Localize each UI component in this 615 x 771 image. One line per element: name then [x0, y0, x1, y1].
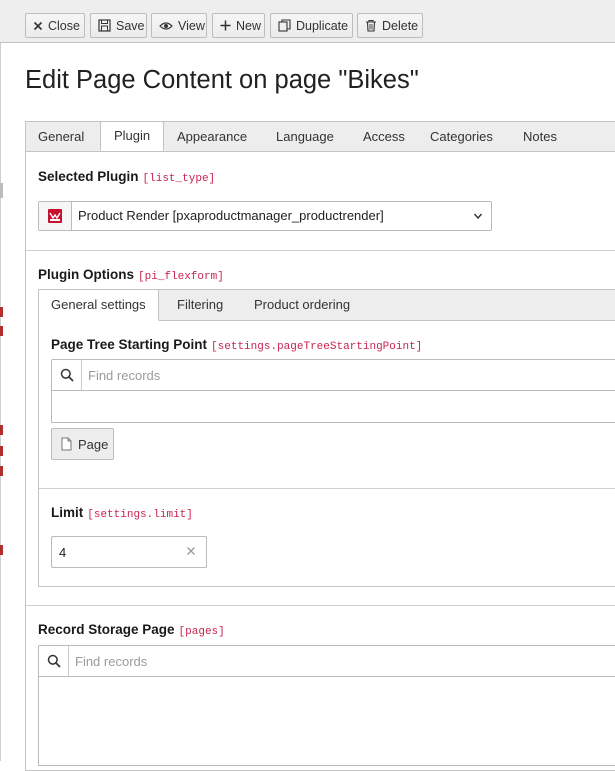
duplicate-button[interactable]: Duplicate — [270, 13, 353, 38]
search-input[interactable] — [82, 360, 582, 390]
starting-point-search — [51, 359, 615, 391]
record-storage-search — [38, 645, 615, 677]
divider — [26, 605, 615, 606]
field-name-code: [settings.pageTreeStartingPoint] — [211, 341, 423, 353]
selected-plugin-label: Selected Plugin [list_type] — [38, 169, 215, 185]
page-title: Edit Page Content on page "Bikes" — [25, 66, 419, 94]
tab-notes[interactable]: Notes — [523, 122, 557, 151]
selected-records-list[interactable] — [38, 676, 615, 766]
page-button-label: Page — [78, 436, 109, 452]
flexform-tabs: General settings Filtering Product order… — [39, 290, 615, 321]
limit-field — [51, 536, 207, 568]
plugin-select-value: Product Render [pxaproductmanager_produc… — [78, 208, 384, 223]
plugin-options-label-text: Plugin Options — [38, 267, 134, 282]
duplicate-button-label: Duplicate — [296, 18, 349, 33]
left-panel-clip — [0, 183, 3, 198]
new-button-label: New — [236, 18, 262, 33]
close-button[interactable]: Close — [25, 13, 85, 38]
close-button-label: Close — [48, 18, 80, 33]
close-icon — [33, 21, 43, 30]
field-name-code: [settings.limit] — [87, 509, 193, 521]
record-storage-label-text: Record Storage Page — [38, 622, 175, 637]
search-icon — [52, 360, 82, 390]
field-name-code: [list_type] — [142, 173, 216, 185]
plugin-icon — [39, 202, 72, 230]
search-icon — [39, 646, 69, 676]
left-panel-clip — [0, 446, 3, 456]
delete-button[interactable]: Delete — [357, 13, 423, 38]
tab-filtering[interactable]: Filtering — [177, 290, 223, 320]
left-panel-clip — [0, 425, 3, 435]
toolbar: Close Save View New Duplicate Delete — [0, 0, 615, 43]
tab-product-ordering[interactable]: Product ordering — [254, 290, 350, 320]
tab-general[interactable]: General — [38, 122, 84, 151]
clear-icon[interactable] — [186, 546, 196, 556]
selected-plugin-label-text: Selected Plugin — [38, 169, 139, 184]
limit-label-text: Limit — [51, 505, 84, 520]
save-icon — [98, 19, 111, 32]
save-button[interactable]: Save — [90, 13, 147, 38]
page-browse-button[interactable]: Page — [51, 428, 114, 460]
search-input[interactable] — [69, 646, 569, 676]
new-button[interactable]: New — [212, 13, 265, 38]
plugin-select[interactable]: Product Render [pxaproductmanager_produc… — [38, 201, 492, 231]
limit-label: Limit [settings.limit] — [51, 505, 193, 521]
plugin-options-label: Plugin Options [pi_flexform] — [38, 267, 224, 283]
limit-input[interactable] — [52, 537, 186, 567]
tab-plugin[interactable]: Plugin — [100, 121, 165, 151]
tab-appearance[interactable]: Appearance — [177, 122, 247, 151]
tab-categories[interactable]: Categories — [430, 122, 493, 151]
save-button-label: Save — [116, 18, 145, 33]
main-tabs: General Plugin Appearance Language Acces… — [26, 121, 615, 152]
selected-records-list[interactable] — [51, 390, 615, 423]
divider — [26, 250, 615, 251]
starting-point-label: Page Tree Starting Point [settings.pageTr… — [51, 337, 422, 353]
field-name-code: [pi_flexform] — [138, 271, 224, 283]
trash-icon — [366, 19, 376, 32]
divider — [39, 488, 615, 489]
left-panel-clip — [0, 326, 3, 336]
view-button[interactable]: View — [151, 13, 207, 38]
tab-language[interactable]: Language — [276, 122, 334, 151]
eye-icon — [159, 21, 173, 30]
duplicate-icon — [278, 19, 291, 32]
field-name-code: [pages] — [178, 626, 225, 638]
tab-general-settings[interactable]: General settings — [39, 290, 159, 321]
plus-icon — [220, 20, 231, 31]
view-button-label: View — [178, 18, 205, 33]
left-panel-clip — [0, 466, 3, 476]
left-panel-clip — [0, 307, 3, 317]
left-panel-clip — [0, 545, 3, 555]
record-storage-label: Record Storage Page [pages] — [38, 622, 225, 638]
left-panel-edge — [0, 43, 1, 761]
starting-point-label-text: Page Tree Starting Point — [51, 337, 208, 352]
tab-access[interactable]: Access — [363, 122, 405, 151]
chevron-down-icon — [473, 213, 483, 220]
page-icon — [61, 437, 72, 451]
delete-button-label: Delete — [382, 18, 419, 33]
